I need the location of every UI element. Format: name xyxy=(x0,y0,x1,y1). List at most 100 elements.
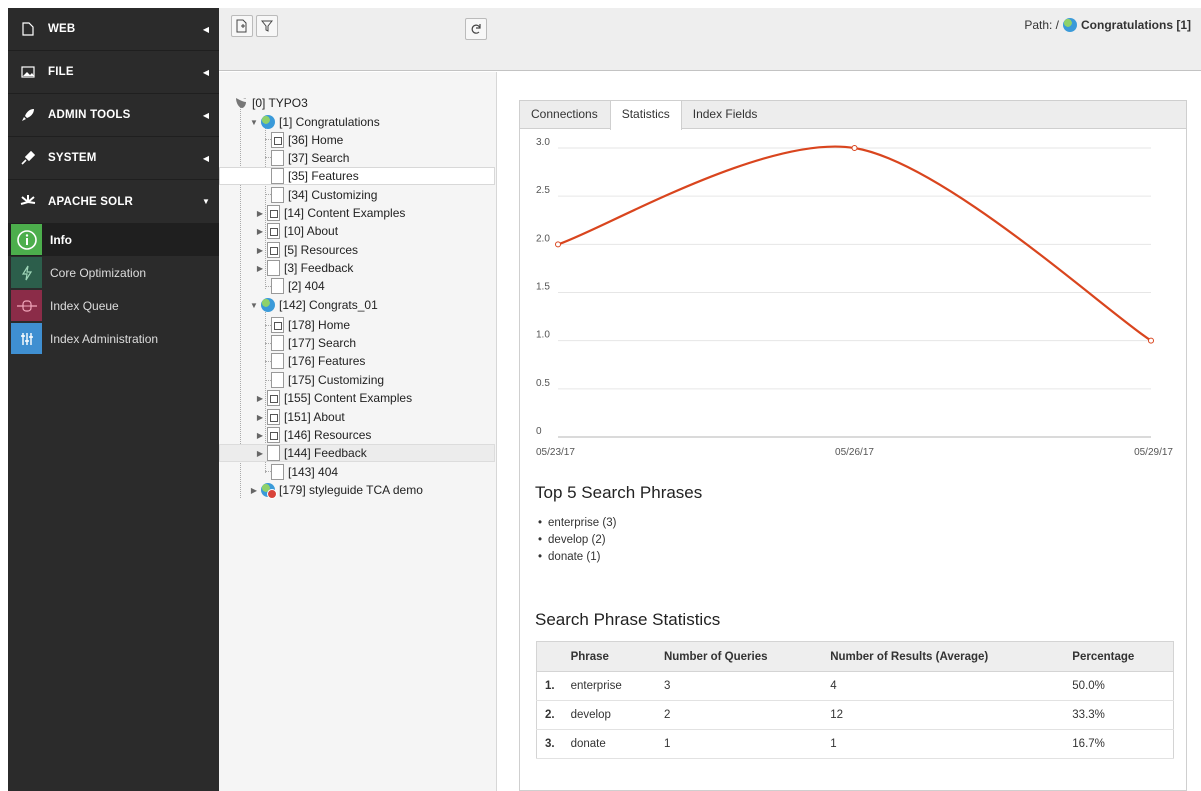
search-phrase-item: enterprise (3) xyxy=(538,515,616,532)
table-cell: 16.7% xyxy=(1064,729,1174,759)
module-item-index-queue[interactable]: Index Queue xyxy=(8,289,219,322)
module-group-apache-solr[interactable]: APACHE SOLR ▼ xyxy=(8,180,219,223)
page-icon xyxy=(271,150,284,166)
table-cell: 2. xyxy=(536,700,563,730)
caret-right-icon[interactable]: ▶ xyxy=(255,246,265,255)
module-item-label: Index Queue xyxy=(50,298,119,313)
typo3-icon xyxy=(236,98,246,108)
tree-node-label: [3] Feedback xyxy=(284,261,354,275)
shortcut-page-icon xyxy=(267,223,280,239)
chevron-left-icon: ◀ xyxy=(202,110,210,120)
rocket-icon xyxy=(8,108,48,122)
module-group-system[interactable]: SYSTEM ◀ xyxy=(8,137,219,180)
caret-right-icon[interactable]: ▶ xyxy=(255,227,265,236)
stats-table: Phrase Number of Queries Number of Results… xyxy=(536,641,1174,759)
tree-node[interactable]: [2] 404 xyxy=(271,277,325,295)
tree-node[interactable]: ▶ [151] About xyxy=(255,408,345,426)
caret-right-icon[interactable]: ▶ xyxy=(255,449,265,458)
tree-node[interactable]: [36] Home xyxy=(271,131,343,149)
shortcut-page-icon xyxy=(267,409,280,425)
table-cell: 50.0% xyxy=(1064,671,1174,701)
shortcut-page-icon xyxy=(271,317,284,333)
column-header: Percentage xyxy=(1064,641,1174,672)
tree-node-site[interactable]: ▼ [1] Congratulations xyxy=(249,113,380,131)
tree-node[interactable]: [175] Customizing xyxy=(271,371,384,389)
y-tick-label: 3.0 xyxy=(536,137,550,148)
module-group-file[interactable]: FILE ◀ xyxy=(8,51,219,94)
caret-right-icon[interactable]: ▶ xyxy=(255,209,265,218)
column-header: Number of Results (Average) xyxy=(822,641,1065,672)
table-cell: 4 xyxy=(822,671,1065,701)
new-page-icon xyxy=(236,19,247,33)
module-group-admin-tools[interactable]: ADMIN TOOLS ◀ xyxy=(8,94,219,137)
table-row: 3. donate 1 1 16.7% xyxy=(536,729,1174,759)
tree-node[interactable]: [177] Search xyxy=(271,334,356,352)
module-group-label: ADMIN TOOLS xyxy=(48,109,131,121)
page-icon xyxy=(271,187,284,203)
refresh-button[interactable] xyxy=(465,18,487,40)
page-tree: [0] TYPO3 ▼ [1] Congratulations [36] Hom… xyxy=(219,72,497,791)
tree-node-label: [0] TYPO3 xyxy=(252,96,308,110)
top5-list: enterprise (3)develop (2)donate (1) xyxy=(538,515,616,566)
module-item-index-administration[interactable]: Index Administration xyxy=(8,322,219,355)
tree-node-label: [37] Search xyxy=(288,151,350,165)
tree-node[interactable]: ▶ [146] Resources xyxy=(255,426,371,444)
tree-node-label: [1] Congratulations xyxy=(279,115,380,129)
column-header: Phrase xyxy=(562,641,656,672)
tree-node-label: [10] About xyxy=(284,224,339,238)
module-group-web[interactable]: WEB ◀ xyxy=(8,8,219,51)
caret-down-icon[interactable]: ▼ xyxy=(249,301,259,310)
tab-connections[interactable]: Connections xyxy=(520,101,610,128)
data-point[interactable] xyxy=(555,241,561,248)
tree-node-selected[interactable]: [35] Features xyxy=(219,167,495,185)
table-cell: 2 xyxy=(655,700,823,730)
tree-node[interactable]: [37] Search xyxy=(271,149,349,167)
tree-node[interactable]: ▶ [3] Feedback xyxy=(255,259,353,277)
tree-node[interactable]: [34] Customizing xyxy=(271,186,377,204)
y-tick-label: 2.0 xyxy=(536,233,550,244)
table-cell: 3 xyxy=(655,671,823,701)
tree-node[interactable]: [178] Home xyxy=(271,316,350,334)
tree-node[interactable]: [143] 404 xyxy=(271,463,338,481)
table-cell: enterprise xyxy=(562,671,656,701)
table-row: 2. develop 2 12 33.3% xyxy=(536,700,1174,730)
tree-node-label: [2] 404 xyxy=(288,279,325,293)
module-item-info[interactable]: Info xyxy=(8,223,219,256)
caret-right-icon[interactable]: ▶ xyxy=(255,264,265,273)
tree-node-hover[interactable]: ▶ [144] Feedback xyxy=(219,444,495,462)
page-icon xyxy=(271,168,284,184)
tree-node[interactable]: ▶ [5] Resources xyxy=(255,241,358,259)
path-page-link[interactable]: Congratulations [1] xyxy=(1081,18,1191,32)
module-item-core-optimization[interactable]: Core Optimization xyxy=(8,256,219,289)
tree-node-label: [142] Congrats_01 xyxy=(279,298,378,312)
data-point[interactable] xyxy=(1148,337,1154,344)
tree-node[interactable]: ▶ [155] Content Examples xyxy=(255,389,412,407)
module-group-label: FILE xyxy=(48,66,74,78)
plug-icon xyxy=(8,151,48,165)
tab-index-fields[interactable]: Index Fields xyxy=(682,101,770,128)
new-page-button[interactable] xyxy=(231,15,253,37)
tree-node[interactable]: ▶ [10] About xyxy=(255,222,338,240)
tree-node-site[interactable]: ▼ [142] Congrats_01 xyxy=(249,296,378,314)
caret-right-icon[interactable]: ▶ xyxy=(255,413,265,422)
solr-icon xyxy=(8,194,48,210)
data-point[interactable] xyxy=(851,145,858,151)
tree-node-site[interactable]: ▶ [179] styleguide TCA demo xyxy=(249,481,423,499)
globe-icon xyxy=(1063,18,1077,32)
shortcut-page-icon xyxy=(267,242,280,258)
caret-right-icon[interactable]: ▶ xyxy=(255,431,265,440)
x-tick-label: 05/29/17 xyxy=(1134,447,1173,458)
tree-node[interactable]: ▶ [14] Content Examples xyxy=(255,204,405,222)
tab-statistics[interactable]: Statistics xyxy=(609,101,682,130)
caret-right-icon[interactable]: ▶ xyxy=(249,486,259,495)
caret-down-icon[interactable]: ▼ xyxy=(249,118,259,127)
page-icon xyxy=(271,278,284,294)
tree-node-label: [178] Home xyxy=(288,318,351,332)
page-icon xyxy=(267,445,280,461)
filter-button[interactable] xyxy=(256,15,278,37)
solr-info-panel: Connections Statistics Index Fields 0 0.5… xyxy=(519,100,1187,791)
tree-node[interactable]: [176] Features xyxy=(271,352,365,370)
tree-root[interactable]: [0] TYPO3 xyxy=(234,94,308,112)
caret-right-icon[interactable]: ▶ xyxy=(255,394,265,403)
tree-node-label: [34] Customizing xyxy=(288,188,378,202)
